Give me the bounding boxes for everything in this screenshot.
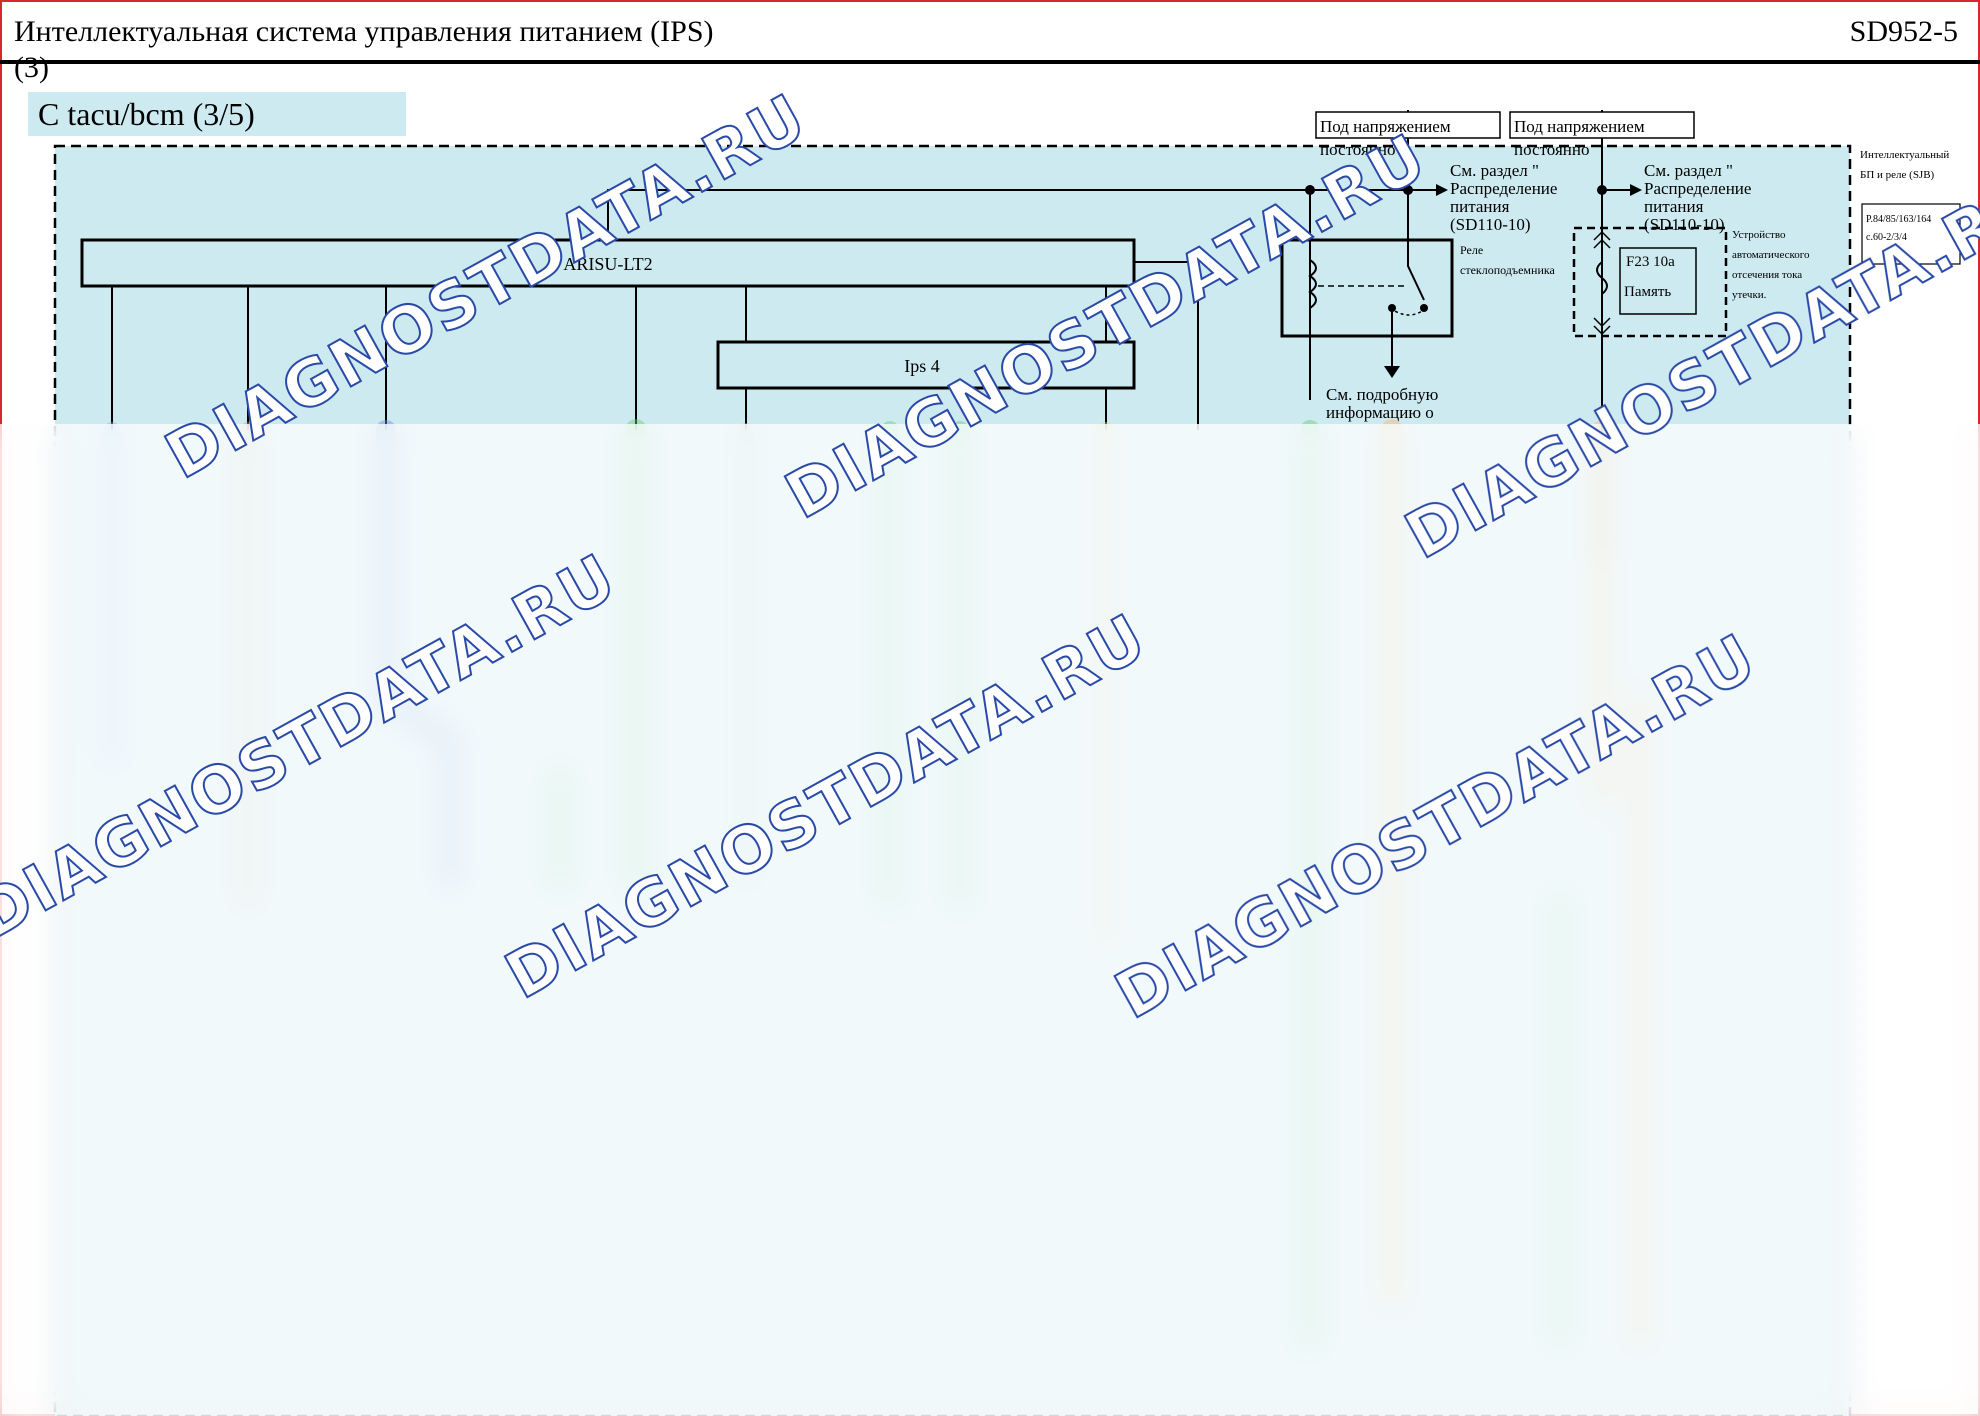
ips4-label: Ips 4 [904,356,940,376]
svg-text:питания: питания [1644,197,1704,216]
svg-text:утечки.: утечки. [1732,289,1767,301]
fuse-id: F23 10a [1626,254,1675,270]
blurred-region [0,424,1980,1416]
power-box-right-line1: Под напряжением [1514,117,1645,136]
fuse-f23: F23 10a Память [1619,247,1697,315]
svg-text:информацию о: информацию о [1326,403,1434,422]
svg-text:автоматического: автоматического [1732,249,1810,261]
svg-text:БП и реле (SJB): БП и реле (SJB) [1860,169,1935,181]
svg-text:См. раздел ": См. раздел " [1450,161,1539,180]
svg-text:(SD110-10): (SD110-10) [1450,215,1531,234]
svg-text:См. раздел ": См. раздел " [1644,161,1733,180]
svg-text:стеклоподъемника: стеклоподъемника [1460,263,1556,277]
sjb-title: Интеллектуальный БП и реле (SJB) [1860,149,1949,181]
svg-text:Реле: Реле [1460,243,1483,257]
relay-contact [1388,304,1396,312]
svg-text:Распределение: Распределение [1450,179,1557,198]
power-box-right-line2: постоянно [1514,140,1589,159]
relay-contact [1420,304,1428,312]
fuse-name: Память [1624,284,1671,300]
svg-text:См. подробную: См. подробную [1326,385,1439,404]
relay-ref: См. подробную информацию о [1326,385,1439,422]
svg-text:Распределение: Распределение [1644,179,1751,198]
junction-dot [1597,185,1607,195]
svg-text:питания: питания [1450,197,1510,216]
svg-text:Устройство: Устройство [1732,229,1786,241]
svg-text:отсечения тока: отсечения тока [1732,269,1802,281]
svg-text:Интеллектуальный: Интеллектуальный [1860,149,1949,161]
svg-text:(SD110-10): (SD110-10) [1644,215,1725,234]
